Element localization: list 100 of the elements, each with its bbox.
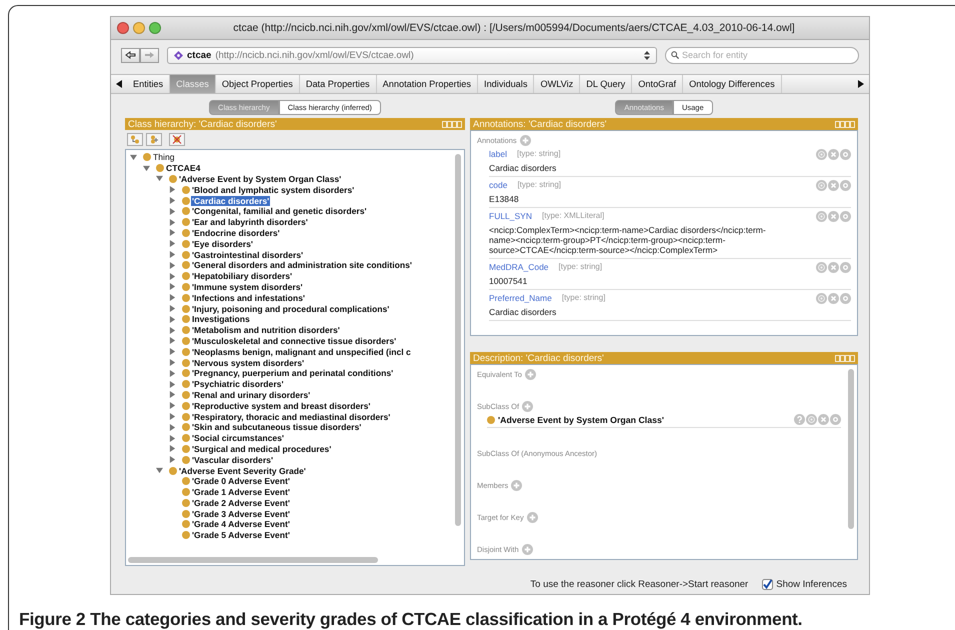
expand-triangle-icon[interactable] <box>169 272 176 280</box>
back-button[interactable] <box>121 48 140 62</box>
zoom-button[interactable] <box>149 22 161 34</box>
expand-triangle-icon[interactable] <box>169 218 176 226</box>
tab[interactable]: Annotation Properties <box>376 75 478 93</box>
tree-item[interactable]: 'Nervous system disorders' <box>191 358 306 368</box>
collapse-triangle-icon[interactable] <box>130 154 137 161</box>
tree-item[interactable]: 'Adverse Event Severity Grade' <box>178 466 307 476</box>
tree-item[interactable]: 'Eye disorders' <box>191 238 254 249</box>
expand-triangle-icon[interactable] <box>169 294 176 302</box>
scrollbar-thumb[interactable] <box>455 154 461 526</box>
tree-item[interactable]: 'Congenital, familial and genetic disorders' <box>191 206 368 216</box>
tab[interactable]: DL Query <box>580 75 632 93</box>
delete-class-button[interactable] <box>169 133 185 146</box>
tab[interactable]: Individuals <box>478 75 534 93</box>
expand-triangle-icon[interactable] <box>169 316 176 323</box>
tree-item[interactable]: 'Adverse Event by System Organ Class' <box>178 174 342 184</box>
tree-item[interactable]: 'Pregnancy, puerperium and perinatal conditions' <box>191 368 394 378</box>
tree-item[interactable]: 'Endocrine disorders' <box>191 228 281 238</box>
scrollbar-thumb[interactable] <box>128 557 378 563</box>
view-controls-icon[interactable] <box>835 354 855 362</box>
tree-item[interactable]: 'Grade 4 Adverse Event' <box>191 519 291 530</box>
minimize-button[interactable] <box>133 22 145 34</box>
tab[interactable]: OWLViz <box>534 75 580 93</box>
tree-item[interactable]: 'Musculoskeletal and connective tissue disorders' <box>191 336 398 346</box>
tree-item[interactable]: CTCAE4 <box>165 163 202 174</box>
expand-triangle-icon[interactable] <box>169 262 176 269</box>
tab[interactable]: Object Properties <box>216 75 300 93</box>
class-dot-icon <box>182 412 190 421</box>
tree-item[interactable]: 'Neoplasms benign, malignant and unspecified (incl c <box>191 346 412 357</box>
tree-item[interactable]: 'Hepatobiliary disorders' <box>191 271 294 282</box>
expand-triangle-icon[interactable] <box>169 229 176 236</box>
close-button[interactable] <box>117 22 129 34</box>
tree-item[interactable]: 'General disorders and administration site conditions' <box>191 260 413 270</box>
tree-item[interactable]: 'Surgical and medical procedures' <box>191 444 332 454</box>
tree-item[interactable]: 'Grade 1 Adverse Event' <box>191 487 291 498</box>
expand-triangle-icon[interactable] <box>169 434 176 442</box>
expand-triangle-icon[interactable] <box>169 445 176 452</box>
tree-item[interactable]: 'Gastrointestinal disorders' <box>191 250 304 260</box>
expand-triangle-icon[interactable] <box>169 197 176 204</box>
class-dot-icon <box>182 477 190 486</box>
superclass-name[interactable]: 'Adverse Event by System Organ Class' <box>498 414 794 425</box>
tree-item[interactable]: 'Social circumstances' <box>191 433 285 444</box>
tree-item[interactable]: 'Metabolism and nutrition disorders' <box>191 325 341 336</box>
property-name[interactable]: Preferred_Name <box>489 293 552 303</box>
tab[interactable]: Ontology Differences <box>683 75 782 93</box>
expand-triangle-icon[interactable] <box>169 337 176 344</box>
property-name[interactable]: MedDRA_Code <box>489 262 549 272</box>
figure-caption: Figure 2 The categories and severity grades of CTCAE classification in a Protégé 4 environment. <box>19 609 804 630</box>
tab[interactable]: OntoGraf <box>632 75 684 93</box>
tree-item[interactable]: 'Psychiatric disorders' <box>191 379 284 390</box>
view-controls-icon[interactable] <box>835 120 855 128</box>
tree-item[interactable]: 'Renal and urinary disorders' <box>191 390 312 400</box>
scrollbar-thumb[interactable] <box>848 369 854 529</box>
expand-triangle-icon[interactable] <box>169 380 176 388</box>
expand-triangle-icon[interactable] <box>169 305 176 312</box>
collapse-triangle-icon[interactable] <box>143 164 150 172</box>
property-name[interactable]: label <box>489 149 507 159</box>
expand-triangle-icon[interactable] <box>169 283 176 290</box>
tab[interactable]: Data Properties <box>300 75 377 93</box>
collapse-triangle-icon[interactable] <box>156 175 163 182</box>
tree-item[interactable]: 'Grade 3 Adverse Event' <box>191 508 291 519</box>
tree-item[interactable]: 'Cardiac disorders' <box>191 196 270 206</box>
expand-triangle-icon[interactable] <box>169 456 176 464</box>
tree-item[interactable]: 'Reproductive system and breast disorders' <box>191 400 372 411</box>
property-name[interactable]: code <box>489 180 508 190</box>
tree-item[interactable]: 'Blood and lymphatic system disorders' <box>191 184 356 195</box>
expand-triangle-icon[interactable] <box>169 370 176 377</box>
expand-triangle-icon[interactable] <box>169 186 176 194</box>
checkbox[interactable] <box>762 578 774 590</box>
tree-item[interactable]: 'Injury, poisoning and procedural complications' <box>191 304 390 314</box>
search-field[interactable]: Search for entity <box>665 46 859 64</box>
tree-item[interactable]: 'Grade 5 Adverse Event' <box>191 530 291 540</box>
expand-triangle-icon[interactable] <box>169 413 176 420</box>
tree-item[interactable]: Thing <box>152 152 176 162</box>
expand-triangle-icon[interactable] <box>169 424 176 431</box>
tree-item[interactable]: Investigations <box>191 314 251 324</box>
tree-item[interactable]: 'Skin and subcutaneous tissue disorders' <box>191 422 362 432</box>
ontology-selector[interactable]: ctcae (http://ncicb.nci.nih.gov/xml/owl/EVS/ctcae.owl) <box>167 46 657 64</box>
property-name[interactable]: FULL_SYN <box>489 211 532 221</box>
checkbox-label[interactable]: Show Inferences <box>776 578 847 590</box>
tree-item[interactable]: 'Ear and labyrinth disorders' <box>191 217 309 228</box>
tree-item[interactable]: 'Grade 2 Adverse Event' <box>191 498 291 508</box>
expand-triangle-icon[interactable] <box>169 326 176 334</box>
view-controls-icon[interactable] <box>442 120 462 128</box>
expand-triangle-icon[interactable] <box>169 348 176 356</box>
tree-item[interactable]: 'Immune system disorders' <box>191 282 304 292</box>
expand-triangle-icon[interactable] <box>169 251 176 258</box>
expand-triangle-icon[interactable] <box>169 391 176 398</box>
tree-item[interactable]: 'Vascular disorders' <box>191 454 274 465</box>
tree-item[interactable]: 'Grade 0 Adverse Event' <box>191 476 291 486</box>
tree-item[interactable]: 'Respiratory, thoracic and mediastinal disorders' <box>191 412 392 422</box>
expand-triangle-icon[interactable] <box>169 208 176 215</box>
tree-item[interactable]: 'Infections and infestations' <box>191 292 306 303</box>
class-dot-icon <box>182 272 190 280</box>
expand-triangle-icon[interactable] <box>169 402 176 410</box>
expand-triangle-icon[interactable] <box>169 240 176 248</box>
collapse-triangle-icon[interactable] <box>156 467 163 474</box>
expand-triangle-icon[interactable] <box>169 359 176 366</box>
add-sibling-button[interactable] <box>146 133 162 146</box>
